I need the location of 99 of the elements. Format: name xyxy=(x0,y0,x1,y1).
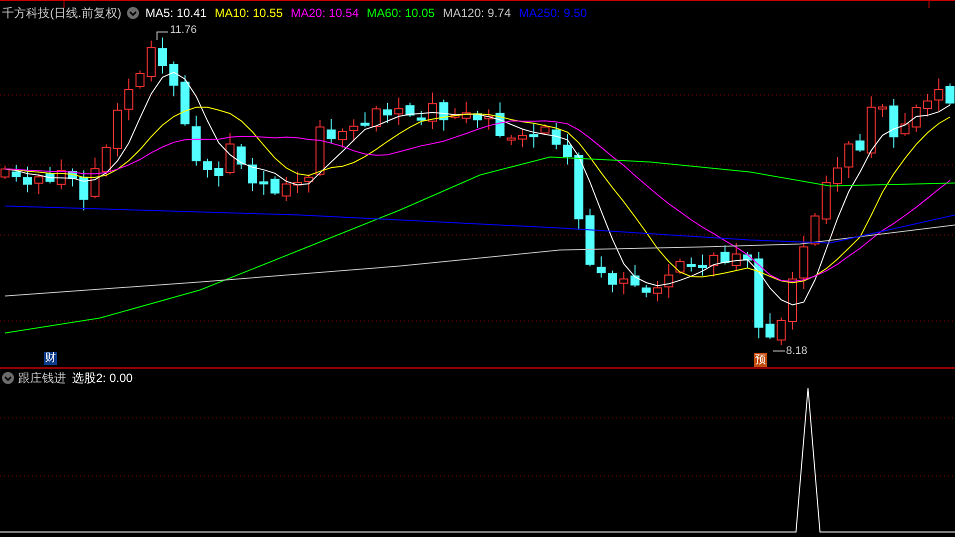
candlestick xyxy=(856,134,864,152)
ma-legend: MA5: 10.41 xyxy=(145,5,207,21)
candlestick xyxy=(226,132,234,175)
candlestick xyxy=(124,78,134,121)
price-label: 11.76 xyxy=(170,23,197,37)
candlestick xyxy=(203,158,212,178)
candlestick xyxy=(79,170,88,211)
candlestick xyxy=(844,140,854,178)
price-label: 8.18 xyxy=(786,344,808,358)
candlestick xyxy=(180,74,190,126)
candlestick xyxy=(293,171,302,194)
candlestick xyxy=(866,96,876,158)
candlestick xyxy=(642,284,651,298)
dropdown-icon[interactable] xyxy=(2,372,14,384)
candlestick xyxy=(439,99,448,132)
candlestick xyxy=(630,264,640,288)
candlestick xyxy=(158,37,167,74)
candlestick xyxy=(169,61,178,97)
candlestick xyxy=(236,144,246,170)
candlestick xyxy=(788,272,797,330)
indicator-reading: 选股2: 0.00 xyxy=(72,370,133,386)
ma-legend: MA10: 10.55 xyxy=(214,5,283,21)
candlestick xyxy=(496,102,504,138)
candlestick xyxy=(349,118,358,142)
candlestick xyxy=(394,97,404,126)
stock-title: 千方科技(日线.前复权) xyxy=(2,5,122,21)
candlestick xyxy=(900,112,910,136)
candlestick xyxy=(450,108,460,120)
ma-legend: MA120: 9.74 xyxy=(442,5,511,21)
candlestick xyxy=(878,104,887,118)
candlestick xyxy=(56,158,66,190)
candlestick xyxy=(248,158,257,192)
candlestick xyxy=(822,175,831,224)
candlestick xyxy=(946,83,954,106)
candlestick xyxy=(709,252,718,278)
candlestick xyxy=(113,102,122,157)
ma-legend: MA60: 10.05 xyxy=(366,5,435,21)
candlestick xyxy=(676,258,684,275)
candlestick xyxy=(282,176,291,202)
candlestick xyxy=(304,174,314,193)
candlestick xyxy=(214,161,224,187)
candlestick xyxy=(653,280,662,302)
candlestick xyxy=(766,312,774,340)
candlestick xyxy=(720,244,730,265)
candlestick xyxy=(563,134,572,165)
candlestick xyxy=(923,94,932,117)
candlestick xyxy=(698,254,707,276)
ma-legend: MA20: 10.54 xyxy=(290,5,359,21)
candlestick xyxy=(326,118,336,144)
candlestick xyxy=(664,264,674,298)
candlestick xyxy=(586,208,594,267)
candlestick xyxy=(529,123,538,148)
candlestick xyxy=(383,102,392,124)
indicator-title: 跟庄钱进 xyxy=(18,370,66,386)
candlestick xyxy=(46,166,54,184)
candlestick xyxy=(912,104,921,132)
candlestick xyxy=(506,134,516,146)
candlestick xyxy=(889,98,898,148)
candlestick xyxy=(428,92,437,130)
candlestick xyxy=(540,124,550,136)
candlestick xyxy=(316,120,324,177)
ma-legend: MA250: 9.50 xyxy=(518,5,587,21)
candlestick xyxy=(136,70,144,90)
candlestick xyxy=(23,166,32,193)
candlestick xyxy=(270,176,280,196)
candlestick xyxy=(473,110,482,128)
candlestick xyxy=(34,173,44,195)
candlestick xyxy=(360,112,370,128)
candlestick xyxy=(102,144,111,178)
candlestick xyxy=(743,252,752,268)
candlestick xyxy=(686,257,696,272)
candlestick xyxy=(192,115,201,166)
candlestick xyxy=(416,110,426,126)
candlestick xyxy=(406,102,414,118)
candlestick xyxy=(68,168,77,187)
finance-badge[interactable]: 财 xyxy=(44,352,57,365)
leader-line xyxy=(156,32,168,40)
dropdown-icon[interactable] xyxy=(127,7,140,19)
candlestick xyxy=(732,242,741,271)
candlestick xyxy=(810,212,820,246)
candlestick xyxy=(596,256,606,278)
candlestick xyxy=(259,170,268,196)
forecast-badge[interactable]: 预 xyxy=(754,353,767,367)
candlestick xyxy=(833,156,842,192)
candlestick xyxy=(372,105,381,132)
candlestick xyxy=(619,272,628,295)
candlestick xyxy=(799,235,808,290)
candlestick xyxy=(338,128,347,148)
candlestick xyxy=(484,108,494,130)
candlestick xyxy=(552,122,561,150)
candlestick xyxy=(462,101,471,124)
leader-line xyxy=(772,350,786,352)
candlestick xyxy=(608,270,617,293)
candlestick xyxy=(146,40,156,82)
candlestick xyxy=(12,164,21,182)
candlestick xyxy=(934,78,944,112)
candlestick xyxy=(776,317,786,346)
candlestick xyxy=(90,157,100,199)
candlestick xyxy=(518,128,527,148)
